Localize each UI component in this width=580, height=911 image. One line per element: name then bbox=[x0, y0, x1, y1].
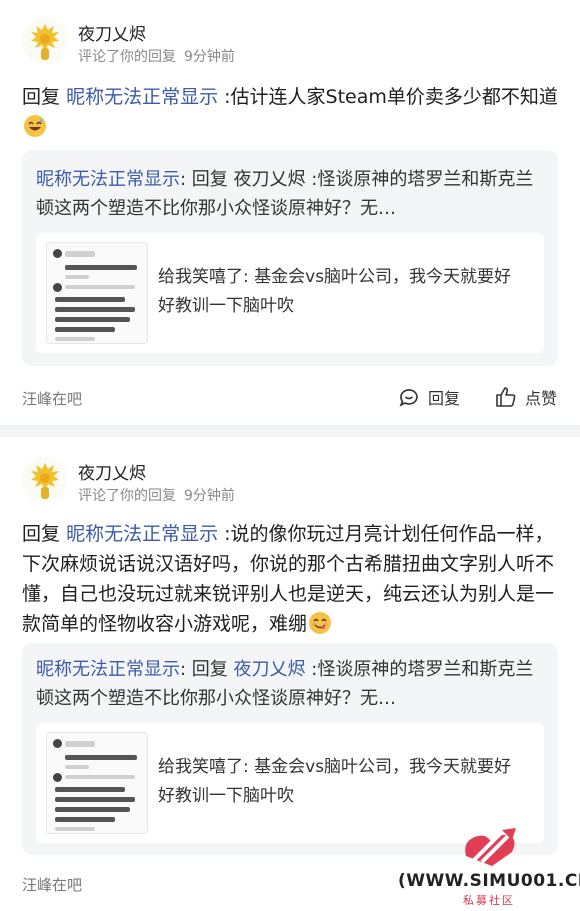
thumbs-up-icon bbox=[496, 387, 516, 407]
watermark-subtext: 私募社区 bbox=[463, 894, 515, 907]
quoted-comment[interactable]: 昵称无法正常显示: 回复 夜刀乂烬 :怪谈原神的塔罗兰和斯克兰顿这两个塑造不比你… bbox=[22, 643, 558, 855]
reply-label: 回复 bbox=[428, 389, 461, 408]
card-separator bbox=[0, 425, 580, 437]
timestamp: 9分钟前 bbox=[184, 488, 235, 504]
reply-to-user-link[interactable]: 昵称无法正常显示 bbox=[66, 523, 218, 545]
nested-author: 给我笑嘻了 bbox=[158, 757, 243, 777]
yum-emoji-icon bbox=[309, 612, 332, 634]
watermark-logo-icon bbox=[465, 828, 516, 866]
username[interactable]: 夜刀乂烬 bbox=[78, 20, 146, 45]
comment-text: :估计连人家Steam单价卖多少都不知道 bbox=[224, 86, 558, 108]
username[interactable]: 夜刀乂烬 bbox=[78, 459, 146, 484]
notification-meta: 评论了你的回复 9分钟前 bbox=[78, 485, 235, 505]
nested-post[interactable]: 给我笑嘻了: 基金会vs脑叶公司，我今天就要好好教训一下脑叶吹 bbox=[36, 233, 544, 353]
nested-post[interactable]: 给我笑嘻了: 基金会vs脑叶公司，我今天就要好好教训一下脑叶吹 bbox=[36, 723, 544, 843]
notification-card[interactable]: 夜刀乂烬 评论了你的回复 9分钟前 回复 昵称无法正常显示 :估计连人家Steam… bbox=[0, 0, 580, 425]
quoted-author-link[interactable]: 昵称无法正常显示 bbox=[36, 659, 180, 680]
reply-prefix: 回复 bbox=[22, 523, 61, 545]
reply-button[interactable]: 回复 bbox=[398, 385, 460, 409]
quoted-comment-text: 昵称无法正常显示: 回复 夜刀乂烬 :怪谈原神的塔罗兰和斯克兰顿这两个塑造不比你… bbox=[36, 165, 546, 223]
post-thumbnail[interactable] bbox=[46, 242, 148, 344]
comment-body[interactable]: 回复 昵称无法正常显示 :说的像你玩过月亮计划任何作品一样，下次麻烦说话说汉语好… bbox=[22, 519, 558, 639]
forum-source-link[interactable]: 汪峰在吧 bbox=[22, 874, 82, 895]
avatar-figure-icon bbox=[22, 457, 68, 503]
nested-post-text: 给我笑嘻了: 基金会vs脑叶公司，我今天就要好好教训一下脑叶吹 bbox=[158, 753, 528, 811]
reply-prefix: 回复 bbox=[22, 86, 61, 108]
timestamp: 9分钟前 bbox=[184, 49, 235, 65]
forum-source-link[interactable]: 汪峰在吧 bbox=[22, 388, 82, 409]
reply-to-user-link[interactable]: 昵称无法正常显示 bbox=[66, 86, 218, 108]
comment-icon bbox=[399, 389, 418, 407]
quote-target: 夜刀乂烬 bbox=[233, 169, 306, 190]
action-text: 评论了你的回复 bbox=[78, 488, 176, 504]
quote-target[interactable]: 夜刀乂烬 bbox=[234, 659, 306, 680]
quoted-comment[interactable]: 昵称无法正常显示: 回复 夜刀乂烬 :怪谈原神的塔罗兰和斯克兰顿这两个塑造不比你… bbox=[22, 150, 558, 366]
quoted-comment-text: 昵称无法正常显示: 回复 夜刀乂烬 :怪谈原神的塔罗兰和斯克兰顿这两个塑造不比你… bbox=[36, 655, 546, 713]
nested-author: 给我笑嘻了 bbox=[158, 267, 243, 287]
action-text: 评论了你的回复 bbox=[78, 49, 176, 65]
avatar-figure-icon bbox=[22, 18, 68, 64]
quoted-author-link[interactable]: 昵称无法正常显示 bbox=[36, 169, 180, 190]
comment-body[interactable]: 回复 昵称无法正常显示 :估计连人家Steam单价卖多少都不知道 bbox=[22, 82, 558, 142]
avatar[interactable] bbox=[22, 18, 68, 64]
avatar[interactable] bbox=[22, 457, 68, 503]
watermark-text: (WWW.SIMU001.CN bbox=[398, 871, 580, 891]
post-thumbnail[interactable] bbox=[46, 732, 148, 834]
sweat-smile-emoji-icon bbox=[24, 115, 46, 137]
quote-reply-word: : 回复 bbox=[180, 169, 228, 190]
notification-meta: 评论了你的回复 9分钟前 bbox=[78, 46, 235, 66]
nested-post-text: 给我笑嘻了: 基金会vs脑叶公司，我今天就要好好教训一下脑叶吹 bbox=[158, 263, 528, 321]
quote-reply-word: : 回复 bbox=[180, 659, 228, 680]
like-label: 点赞 bbox=[525, 389, 558, 408]
like-button[interactable]: 点赞 bbox=[495, 385, 557, 409]
